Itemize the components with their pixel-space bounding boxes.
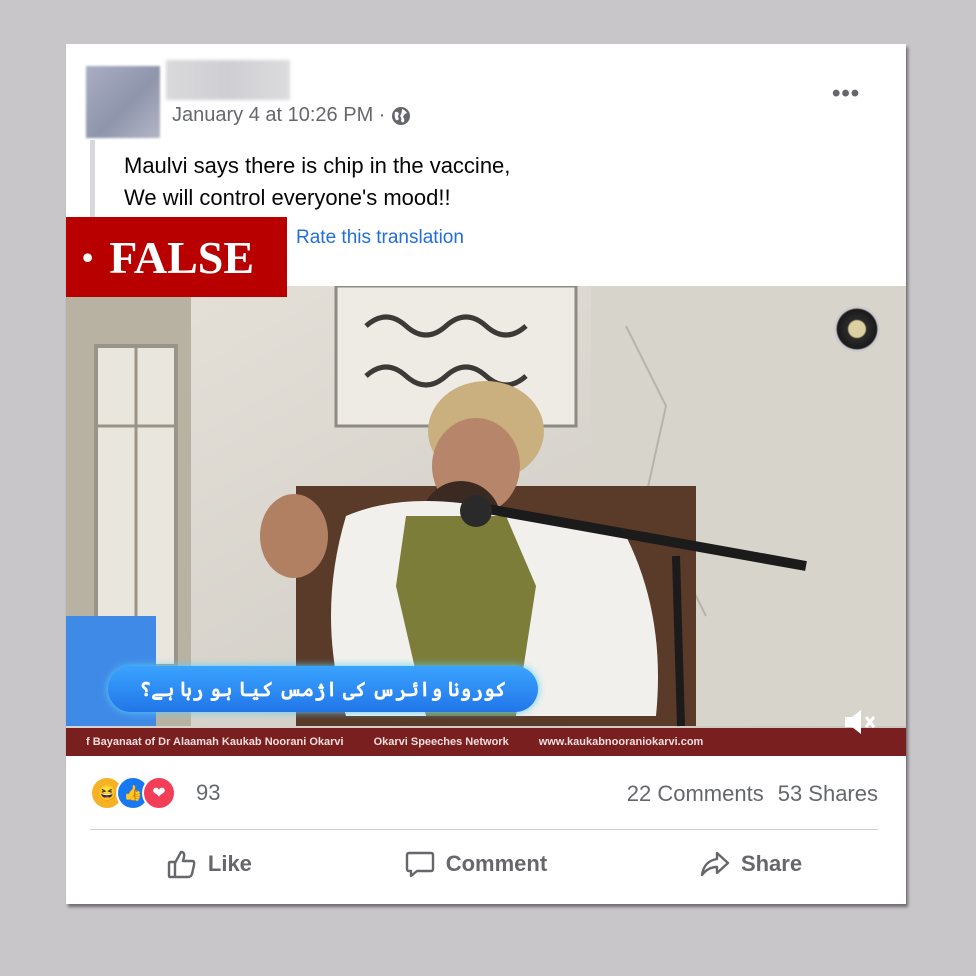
reaction-count: 93 bbox=[196, 780, 221, 805]
badge-bullet: • bbox=[82, 238, 94, 275]
facebook-post-card: January 4 at 10:26 PM · ••• Maulvi says … bbox=[66, 44, 906, 904]
comments-count[interactable]: 22 Comments bbox=[627, 781, 764, 807]
divider bbox=[90, 829, 878, 830]
like-button[interactable]: Like bbox=[166, 848, 252, 880]
comment-button[interactable]: Comment bbox=[404, 848, 547, 880]
ticker-item: www.kaukabnooraniokarvi.com bbox=[538, 736, 704, 748]
reaction-summary[interactable]: 😆 👍 ❤ 93 bbox=[90, 776, 220, 810]
love-icon: ❤ bbox=[142, 776, 176, 810]
thumbs-up-icon bbox=[167, 850, 196, 879]
ticker-item: Okarvi Speeches Network bbox=[373, 736, 509, 748]
post-timestamp[interactable]: January 4 at 10:26 PM · bbox=[172, 104, 385, 127]
rate-translation-link[interactable]: Rate this translation bbox=[296, 227, 464, 249]
comment-label: Comment bbox=[445, 851, 548, 876]
globe-icon bbox=[392, 106, 411, 125]
share-label: Share bbox=[740, 851, 803, 876]
badge-label: FALSE bbox=[109, 231, 255, 283]
post-actions: Like Comment Share bbox=[90, 834, 878, 894]
video-ticker: f Bayanaat of Dr Alaamah Kaukab Noorani … bbox=[66, 728, 906, 756]
ticker-item: f Bayanaat of Dr Alaamah Kaukab Noorani … bbox=[86, 736, 344, 748]
shares-count[interactable]: 53 Shares bbox=[778, 781, 878, 807]
engagement-stats: 22 Comments 53 Shares bbox=[627, 781, 878, 807]
video-caption: کورونا وائرس کی اژمس کیا ہو رہا ہے؟ bbox=[108, 666, 538, 712]
post-meta: January 4 at 10:26 PM · bbox=[172, 104, 411, 127]
video-player[interactable]: کورونا وائرس کی اژمس کیا ہو رہا ہے؟ f Ba… bbox=[66, 286, 906, 756]
comment-icon bbox=[405, 851, 434, 878]
share-button[interactable]: Share bbox=[699, 848, 802, 880]
like-label: Like bbox=[207, 851, 252, 876]
share-icon bbox=[700, 851, 730, 877]
post-text: Maulvi says there is chip in the vaccine… bbox=[124, 153, 511, 210]
mute-icon[interactable] bbox=[841, 706, 879, 738]
translation-quote-bar bbox=[90, 140, 95, 220]
author-name-redacted bbox=[166, 60, 290, 100]
more-options-icon[interactable]: ••• bbox=[832, 82, 860, 106]
false-verdict-badge: • FALSE bbox=[66, 217, 287, 297]
avatar[interactable] bbox=[86, 66, 160, 138]
channel-logo bbox=[834, 306, 880, 352]
